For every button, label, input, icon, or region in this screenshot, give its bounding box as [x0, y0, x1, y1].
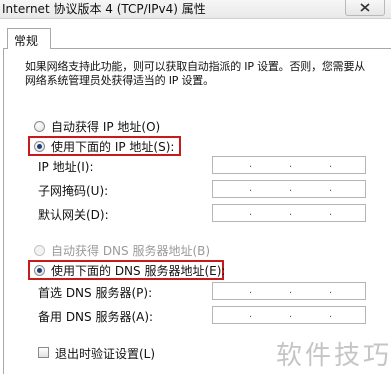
preferred-dns-label: 首选 DNS 服务器(P):	[38, 286, 153, 300]
alternate-dns-input[interactable]: ...	[212, 306, 366, 324]
window-title: Internet 协议版本 4 (TCP/IPv4) 属性	[2, 2, 206, 16]
ip-manual-radio-row[interactable]: 使用下面的 IP 地址(S):	[34, 138, 174, 154]
subnet-mask-label: 子网掩码(U):	[38, 184, 109, 198]
dns-manual-radio-row[interactable]: 使用下面的 DNS 服务器地址(E):	[34, 262, 225, 278]
ip-auto-radio-row[interactable]: 自动获得 IP 地址(O)	[34, 118, 160, 134]
close-icon	[360, 3, 370, 12]
tab-general-label: 常规	[14, 34, 39, 48]
default-gateway-label: 默认网关(D):	[38, 208, 109, 222]
ip-manual-radio[interactable]	[34, 140, 45, 152]
title-bar: Internet 协议版本 4 (TCP/IPv4) 属性	[0, 0, 391, 19]
ip-auto-label: 自动获得 IP 地址(O)	[51, 119, 161, 134]
ip-address-label: IP 地址(I):	[38, 160, 94, 174]
dns-auto-radio[interactable]	[34, 244, 45, 256]
preferred-dns-input[interactable]: ...	[212, 282, 366, 300]
alternate-dns-label: 备用 DNS 服务器(A):	[38, 310, 154, 324]
validate-settings-checkbox[interactable]	[38, 347, 49, 358]
dns-manual-label: 使用下面的 DNS 服务器地址(E):	[51, 263, 226, 278]
subnet-mask-input[interactable]: ...	[212, 180, 366, 198]
dns-manual-radio[interactable]	[34, 264, 45, 276]
dns-auto-label: 自动获得 DNS 服务器地址(B)	[51, 243, 211, 258]
description-text: 如果网络支持此功能，则可以获取自动指派的 IP 设置。否则，您需要从网络系统管理…	[25, 60, 366, 87]
watermark: 软件技巧	[276, 341, 391, 371]
default-gateway-input[interactable]: ...	[212, 204, 366, 222]
ip-auto-radio[interactable]	[34, 120, 45, 132]
tab-general[interactable]: 常规	[7, 28, 51, 49]
validate-settings-label: 退出时验证设置(L)	[55, 347, 156, 361]
ip-manual-label: 使用下面的 IP 地址(S):	[51, 139, 175, 154]
dns-auto-radio-row[interactable]: 自动获得 DNS 服务器地址(B)	[34, 242, 210, 258]
ip-address-input[interactable]: ...	[212, 156, 366, 174]
close-button[interactable]	[345, 0, 385, 16]
